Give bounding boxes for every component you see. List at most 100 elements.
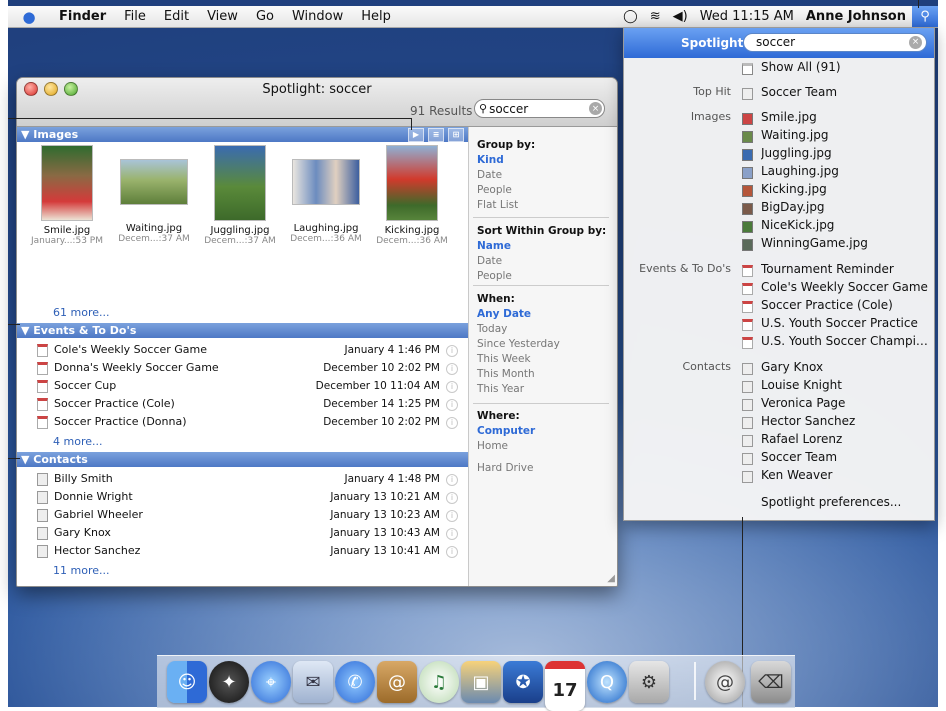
title-bar[interactable]: Spotlight: soccer 91 Results ⚲ soccer × [17, 78, 617, 127]
wifi-icon[interactable]: ≋ [644, 9, 667, 24]
contact-row[interactable]: Billy Smith January 4 1:48 PM i [17, 470, 468, 488]
system-preferences-icon[interactable]: ⚙ [629, 661, 669, 703]
spotlight-image-item[interactable]: Images Smile.jpg [624, 110, 934, 128]
spotlight-image-item[interactable]: Laughing.jpg [624, 164, 934, 182]
spotlight-image-item[interactable]: BigDay.jpg [624, 200, 934, 218]
group-by-date[interactable]: Date [477, 169, 607, 181]
info-icon[interactable]: i [446, 399, 458, 411]
spotlight-contact-item[interactable]: Rafael Lorenz [624, 432, 934, 450]
clear-search-icon[interactable]: × [589, 102, 602, 115]
safari-icon[interactable]: ⌖ [251, 661, 291, 703]
spotlight-event-item[interactable]: Cole's Weekly Soccer Game [624, 280, 934, 298]
dashboard-icon[interactable]: ✦ [209, 661, 249, 703]
event-row[interactable]: Soccer Practice (Cole) December 14 1:25 P… [17, 395, 468, 413]
info-icon[interactable]: i [446, 381, 458, 393]
menu-help[interactable]: Help [352, 9, 400, 24]
spotlight-image-item[interactable]: Juggling.jpg [624, 146, 934, 164]
sync-icon[interactable]: ◯ [617, 9, 644, 24]
events-more-link[interactable]: 4 more... [53, 435, 102, 448]
contact-row[interactable]: Hector Sanchez January 13 10:41 AM i [17, 542, 468, 560]
menu-view[interactable]: View [198, 9, 247, 24]
disclosure-triangle-icon[interactable]: ▼ [21, 128, 33, 141]
spotlight-contact-item[interactable]: Ken Weaver [624, 468, 934, 486]
window-search-field[interactable]: ⚲ soccer × [474, 99, 605, 118]
address-book-icon[interactable]: @ [377, 661, 417, 703]
apple-menu-icon[interactable]: ● [8, 8, 50, 26]
trash-icon[interactable]: ⌫ [751, 661, 791, 703]
ical-icon[interactable]: 17 [545, 661, 585, 711]
where-computer[interactable]: Computer [477, 425, 607, 437]
icon-view-icon[interactable]: ⊞ [448, 128, 464, 142]
show-all-item[interactable]: Show All (91) [624, 60, 934, 78]
event-row[interactable]: Donna's Weekly Soccer Game December 10 2:… [17, 359, 468, 377]
info-icon[interactable]: i [446, 417, 458, 429]
event-row[interactable]: Soccer Cup December 10 11:04 AM i [17, 377, 468, 395]
imovie-icon[interactable]: ✪ [503, 661, 543, 703]
where-hard-drive[interactable]: Hard Drive [477, 462, 607, 474]
spotlight-contact-item[interactable]: Hector Sanchez [624, 414, 934, 432]
info-icon[interactable]: i [446, 528, 458, 540]
spotlight-contact-item[interactable]: Veronica Page [624, 396, 934, 414]
volume-icon[interactable]: ◀) [667, 9, 694, 24]
when-this-month[interactable]: This Month [477, 368, 607, 380]
spotlight-event-item[interactable]: Soccer Practice (Cole) [624, 298, 934, 316]
images-section-header[interactable]: ▼ Images ▶ ≡ ⊞ [17, 127, 468, 142]
search-query[interactable]: soccer [489, 102, 528, 116]
info-icon[interactable]: i [446, 363, 458, 375]
menu-go[interactable]: Go [247, 9, 283, 24]
spotlight-preferences-item[interactable]: Spotlight preferences... [624, 495, 934, 513]
contact-row[interactable]: Gary Knox January 13 10:43 AM i [17, 524, 468, 542]
spotlight-image-item[interactable]: NiceKick.jpg [624, 218, 934, 236]
group-by-people[interactable]: People [477, 184, 607, 196]
sort-by-people[interactable]: People [477, 270, 607, 282]
mail-icon[interactable]: ✉ [293, 661, 333, 703]
quicktime-icon[interactable]: Q [587, 661, 627, 703]
internet-connect-icon[interactable]: @ [705, 661, 745, 703]
disclosure-triangle-icon[interactable]: ▼ [21, 453, 33, 466]
spotlight-contact-item[interactable]: Soccer Team [624, 450, 934, 468]
when-since-yesterday[interactable]: Since Yesterday [477, 338, 607, 350]
where-home[interactable]: Home [477, 440, 607, 452]
spotlight-search-field[interactable]: soccer × [743, 33, 927, 52]
clock[interactable]: Wed 11:15 AM [694, 9, 800, 24]
event-row[interactable]: Soccer Practice (Donna) December 10 2:02 … [17, 413, 468, 431]
image-thumbnail[interactable]: Laughing.jpg Decem...:36 AM [283, 145, 369, 244]
itunes-icon[interactable]: ♫ [419, 661, 459, 703]
info-icon[interactable]: i [446, 510, 458, 522]
contacts-section-header[interactable]: ▼ Contacts [17, 452, 468, 467]
image-thumbnail[interactable]: Juggling.jpg Decem...:37 AM [197, 145, 283, 246]
spotlight-event-item[interactable]: U.S. Youth Soccer Practice [624, 316, 934, 334]
list-view-icon[interactable]: ≡ [428, 128, 444, 142]
when-this-week[interactable]: This Week [477, 353, 607, 365]
spotlight-event-item[interactable]: U.S. Youth Soccer Champion... [624, 334, 934, 352]
spotlight-image-item[interactable]: WinningGame.jpg [624, 236, 934, 254]
info-icon[interactable]: i [446, 492, 458, 504]
when-any-date[interactable]: Any Date [477, 308, 607, 320]
spotlight-contact-item[interactable]: Contacts Gary Knox [624, 360, 934, 378]
top-hit-item[interactable]: Top Hit Soccer Team [624, 85, 934, 103]
contact-row[interactable]: Donnie Wright January 13 10:21 AM i [17, 488, 468, 506]
spotlight-contact-item[interactable]: Louise Knight [624, 378, 934, 396]
spotlight-menu-icon[interactable]: ⚲ [912, 6, 938, 27]
finder-icon[interactable]: ☺ [167, 661, 207, 703]
spotlight-image-item[interactable]: Waiting.jpg [624, 128, 934, 146]
menu-finder[interactable]: Finder [50, 9, 115, 24]
user-name[interactable]: Anne Johnson [800, 9, 912, 24]
event-row[interactable]: Cole's Weekly Soccer Game January 4 1:46 … [17, 341, 468, 359]
menu-window[interactable]: Window [283, 9, 352, 24]
ichat-icon[interactable]: ✆ [335, 661, 375, 703]
clear-search-icon[interactable]: × [909, 36, 922, 49]
when-this-year[interactable]: This Year [477, 383, 607, 395]
menu-file[interactable]: File [115, 9, 155, 24]
disclosure-triangle-icon[interactable]: ▼ [21, 324, 33, 337]
group-by-kind[interactable]: Kind [477, 154, 607, 166]
contacts-more-link[interactable]: 11 more... [53, 564, 109, 577]
events-section-header[interactable]: ▼ Events & To Do's [17, 323, 468, 338]
resize-grip-icon[interactable]: ◢ [607, 573, 615, 584]
group-by-flat-list[interactable]: Flat List [477, 199, 607, 211]
info-icon[interactable]: i [446, 474, 458, 486]
info-icon[interactable]: i [446, 546, 458, 558]
contact-row[interactable]: Gabriel Wheeler January 13 10:23 AM i [17, 506, 468, 524]
info-icon[interactable]: i [446, 345, 458, 357]
iphoto-icon[interactable]: ▣ [461, 661, 501, 703]
